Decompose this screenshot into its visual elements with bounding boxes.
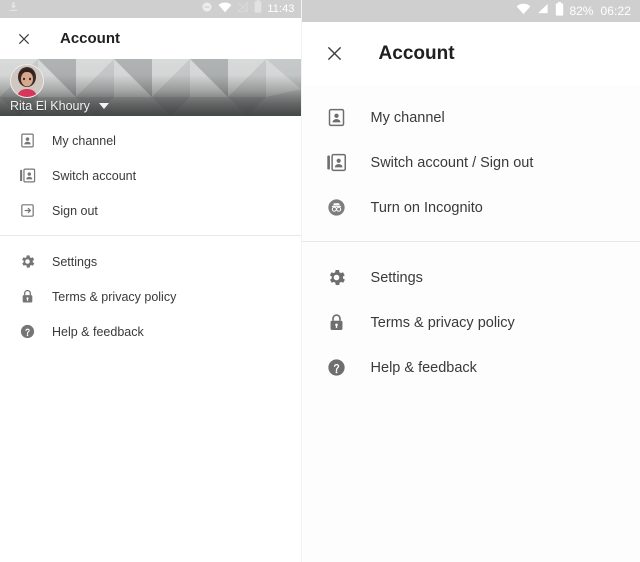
- switch-account-icon: [325, 151, 349, 175]
- profile-name: Rita El Khoury: [10, 99, 90, 113]
- menu-item-label: Switch account: [52, 168, 137, 183]
- menu-item-label: Settings: [370, 269, 423, 286]
- menu-item-terms-privacy[interactable]: Terms & privacy policy: [0, 279, 301, 314]
- menu-item-settings[interactable]: Settings: [0, 244, 301, 279]
- menu-item-label: Settings: [52, 254, 98, 269]
- right-status-bar: 82% 06:22: [301, 0, 640, 22]
- menu-top-spacer: [0, 116, 301, 123]
- wifi-icon: [516, 2, 531, 20]
- left-app-bar: Account: [0, 18, 301, 59]
- menu-item-label: My channel: [370, 109, 445, 126]
- lock-icon: [17, 287, 37, 307]
- signal-icon: [536, 2, 550, 20]
- right-phone-screen: 82% 06:22 Account My channel Switch acco…: [300, 0, 640, 562]
- menu-item-label: Terms & privacy policy: [370, 314, 515, 331]
- do-not-disturb-icon: [201, 0, 213, 18]
- menu-item-my-channel[interactable]: My channel: [302, 95, 640, 140]
- gear-icon: [17, 252, 37, 272]
- right-status-time: 06:22: [600, 4, 631, 18]
- menu-item-label: Help & feedback: [52, 324, 144, 339]
- menu-item-switch-account[interactable]: Switch account: [0, 158, 301, 193]
- incognito-icon: [325, 196, 349, 220]
- menu-item-switch-account-sign-out[interactable]: Switch account / Sign out: [302, 140, 640, 185]
- menu-item-turn-on-incognito[interactable]: Turn on Incognito: [302, 185, 640, 230]
- avatar[interactable]: [10, 64, 44, 98]
- screenshot-comparison: 11:43 Account Rita El Khoury My channel …: [0, 0, 640, 562]
- download-icon: [7, 0, 20, 18]
- page-title: Account: [378, 42, 455, 64]
- left-status-icons: 11:43: [201, 0, 294, 18]
- menu-item-label: My channel: [52, 133, 116, 148]
- menu-item-sign-out[interactable]: Sign out: [0, 193, 301, 228]
- menu-item-label: Sign out: [52, 203, 98, 218]
- menu-item-help-feedback[interactable]: Help & feedback: [302, 345, 640, 390]
- profile-banner: Rita El Khoury: [0, 59, 301, 116]
- wifi-icon: [218, 0, 232, 18]
- help-circle-icon: [17, 322, 37, 342]
- close-icon[interactable]: [12, 27, 36, 51]
- help-circle-icon: [325, 356, 349, 380]
- menu-top-spacer: [302, 85, 640, 95]
- switch-account-icon: [17, 166, 37, 186]
- gear-icon: [325, 266, 349, 290]
- avatar-photo: [11, 65, 43, 97]
- person-box-icon: [325, 106, 349, 130]
- person-box-icon: [17, 131, 37, 151]
- menu-item-help-feedback[interactable]: Help & feedback: [0, 314, 301, 349]
- menu-item-terms-privacy[interactable]: Terms & privacy policy: [302, 300, 640, 345]
- menu-spacer: [302, 230, 640, 241]
- menu-item-label: Switch account / Sign out: [370, 154, 534, 171]
- menu-spacer: [0, 228, 301, 235]
- battery-icon: [555, 1, 564, 21]
- menu-item-my-channel[interactable]: My channel: [0, 123, 301, 158]
- left-status-time: 11:43: [267, 3, 295, 15]
- menu-spacer: [302, 242, 640, 255]
- lock-icon: [325, 311, 349, 335]
- sign-out-icon: [17, 201, 37, 221]
- left-status-bar: 11:43: [0, 0, 301, 18]
- right-menu: My channel Switch account / Sign out Tur…: [301, 85, 640, 390]
- menu-spacer: [0, 236, 301, 244]
- right-status-icons: 82% 06:22: [516, 1, 631, 21]
- menu-item-label: Help & feedback: [370, 359, 477, 376]
- right-app-bar: Account: [301, 22, 640, 85]
- left-phone-screen: 11:43 Account Rita El Khoury My channel …: [0, 0, 301, 562]
- page-title: Account: [60, 30, 120, 47]
- left-menu: My channel Switch account Sign out Setti…: [0, 116, 301, 349]
- battery-icon: [254, 0, 262, 18]
- signal-off-icon: [237, 0, 249, 18]
- menu-item-settings[interactable]: Settings: [302, 255, 640, 300]
- profile-name-row[interactable]: Rita El Khoury: [0, 99, 109, 113]
- chevron-down-icon[interactable]: [98, 103, 109, 109]
- menu-item-label: Terms & privacy policy: [52, 289, 177, 304]
- menu-item-label: Turn on Incognito: [370, 199, 483, 216]
- battery-percent: 82%: [569, 4, 594, 18]
- close-icon[interactable]: [320, 39, 350, 69]
